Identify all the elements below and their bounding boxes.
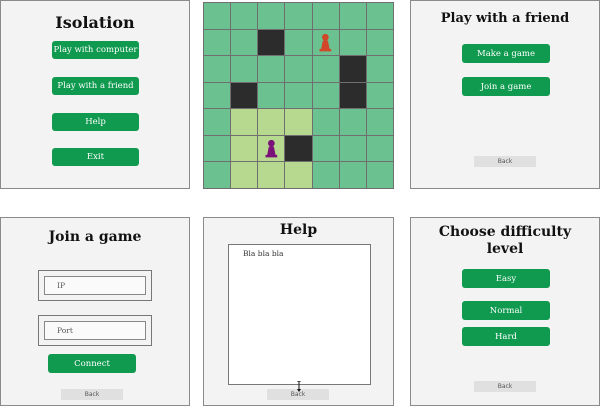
help-text: Bla bla bla (243, 249, 284, 258)
ip-input[interactable]: IP (44, 276, 146, 295)
board-cell[interactable] (204, 109, 231, 135)
main-menu-panel: Isolation Play with computer Play with a… (0, 0, 190, 189)
board-cell[interactable] (285, 56, 312, 82)
board-cell[interactable] (204, 82, 231, 109)
board-cell[interactable] (312, 29, 339, 56)
back-button[interactable]: Back (61, 389, 123, 400)
board-cell[interactable] (204, 56, 231, 82)
game-board[interactable] (203, 2, 394, 189)
play-with-computer-button[interactable]: Play with computer (52, 41, 139, 59)
board-cell[interactable] (285, 29, 312, 56)
normal-button[interactable]: Normal (462, 301, 550, 320)
back-button[interactable]: Back (474, 156, 536, 167)
board-cell[interactable] (312, 3, 339, 29)
board-cell[interactable] (339, 3, 366, 29)
board-cell[interactable] (231, 3, 258, 29)
board-cell[interactable] (366, 82, 393, 109)
pawn-red-icon (319, 33, 332, 52)
board-cell[interactable] (366, 3, 393, 29)
difficulty-title: Choose difficulty level (438, 224, 572, 257)
friend-menu-panel: Play with a friend Make a game Join a ga… (410, 0, 600, 189)
join-game-button[interactable]: Join a game (462, 77, 550, 96)
board-cell[interactable] (339, 29, 366, 56)
easy-button[interactable]: Easy (462, 269, 550, 288)
join-game-panel: Join a game IP Port Connect Back (0, 217, 190, 406)
hard-button[interactable]: Hard (462, 327, 550, 346)
friend-menu-title: Play with a friend (440, 11, 570, 26)
board-cell[interactable] (231, 56, 258, 82)
board-cell[interactable] (231, 109, 258, 135)
board-cell[interactable] (285, 109, 312, 135)
make-game-button[interactable]: Make a game (462, 44, 550, 63)
board-cell[interactable] (258, 29, 285, 56)
board-cell[interactable] (204, 162, 231, 188)
board-cell[interactable] (204, 29, 231, 56)
port-field-box: Port (38, 315, 152, 346)
board-cell[interactable] (312, 109, 339, 135)
ip-field-box: IP (38, 270, 152, 301)
help-title: Help (279, 222, 318, 238)
board-cell[interactable] (258, 56, 285, 82)
board-cell[interactable] (231, 162, 258, 188)
board-cell[interactable] (258, 109, 285, 135)
board-cell[interactable] (339, 162, 366, 188)
board-cell[interactable] (285, 3, 312, 29)
play-with-friend-button[interactable]: Play with a friend (52, 77, 139, 95)
difficulty-panel: Choose difficulty level Easy Normal Hard… (410, 217, 600, 406)
board-cell[interactable] (339, 135, 366, 162)
help-button[interactable]: Help (52, 113, 139, 131)
board-cell[interactable] (258, 135, 285, 162)
board-cell[interactable] (312, 162, 339, 188)
board-cell[interactable] (366, 109, 393, 135)
board-cell[interactable] (231, 82, 258, 109)
board-cell[interactable] (231, 29, 258, 56)
board-cell[interactable] (231, 135, 258, 162)
board-cell[interactable] (366, 56, 393, 82)
board-cell[interactable] (285, 162, 312, 188)
board-cell[interactable] (312, 56, 339, 82)
board-cell[interactable] (204, 135, 231, 162)
board-cell[interactable] (366, 29, 393, 56)
board-cell[interactable] (258, 82, 285, 109)
menu-title: Isolation (55, 13, 135, 32)
board-cell[interactable] (285, 82, 312, 109)
board-cell[interactable] (312, 135, 339, 162)
back-button[interactable]: Back (474, 381, 536, 392)
board-cell[interactable] (285, 135, 312, 162)
board-cell[interactable] (204, 3, 231, 29)
join-game-title: Join a game (48, 229, 142, 245)
help-panel: Help Bla bla bla Back (203, 217, 394, 406)
board-cell[interactable] (339, 56, 366, 82)
board-cell[interactable] (366, 162, 393, 188)
board-cell[interactable] (366, 135, 393, 162)
mouse-cursor-icon (296, 378, 302, 392)
board-cell[interactable] (339, 82, 366, 109)
board-cell[interactable] (258, 3, 285, 29)
board-cell[interactable] (258, 162, 285, 188)
help-text-area[interactable]: Bla bla bla (228, 244, 371, 385)
connect-button[interactable]: Connect (48, 354, 136, 373)
exit-button[interactable]: Exit (52, 148, 139, 166)
board-cell[interactable] (339, 109, 366, 135)
board-cell[interactable] (312, 82, 339, 109)
pawn-purple-icon (265, 140, 278, 158)
port-input[interactable]: Port (44, 321, 146, 340)
